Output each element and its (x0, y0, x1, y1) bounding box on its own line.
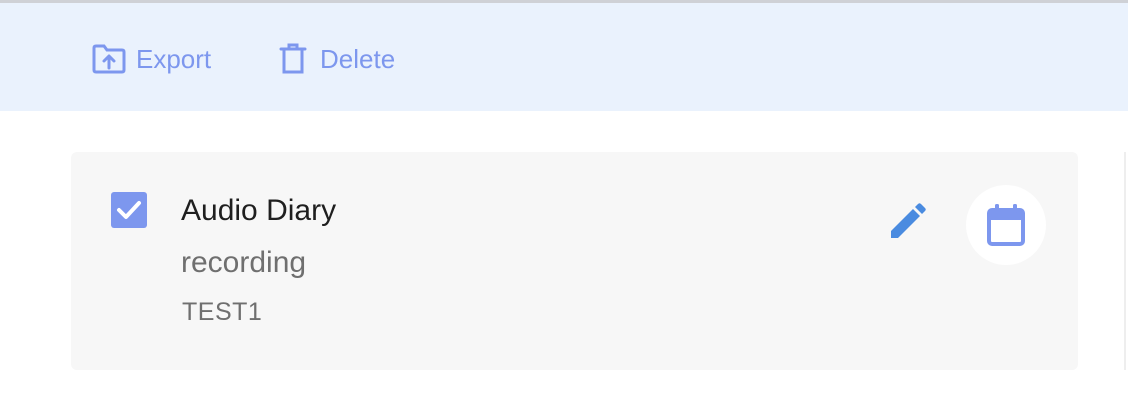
export-button[interactable]: Export (92, 39, 211, 79)
item-subtitle: recording (181, 246, 307, 279)
pencil-icon (891, 203, 926, 238)
trash-icon (276, 42, 310, 76)
calendar-button[interactable] (966, 185, 1046, 265)
folder-upload-icon (92, 42, 126, 76)
item-checkbox[interactable] (111, 192, 147, 228)
item-code: TEST1 (182, 298, 263, 326)
calendar-icon (987, 204, 1025, 246)
delete-label: Delete (320, 43, 396, 74)
export-label: Export (136, 43, 212, 74)
action-toolbar: Export Delete (0, 3, 1128, 111)
item-title: Audio Diary (181, 194, 337, 227)
item-card[interactable]: Audio Diary recording TEST1 (71, 152, 1078, 370)
delete-button[interactable]: Delete (276, 39, 395, 79)
checkmark-icon (117, 201, 141, 219)
edit-button[interactable] (885, 200, 929, 244)
right-divider (1124, 152, 1126, 370)
